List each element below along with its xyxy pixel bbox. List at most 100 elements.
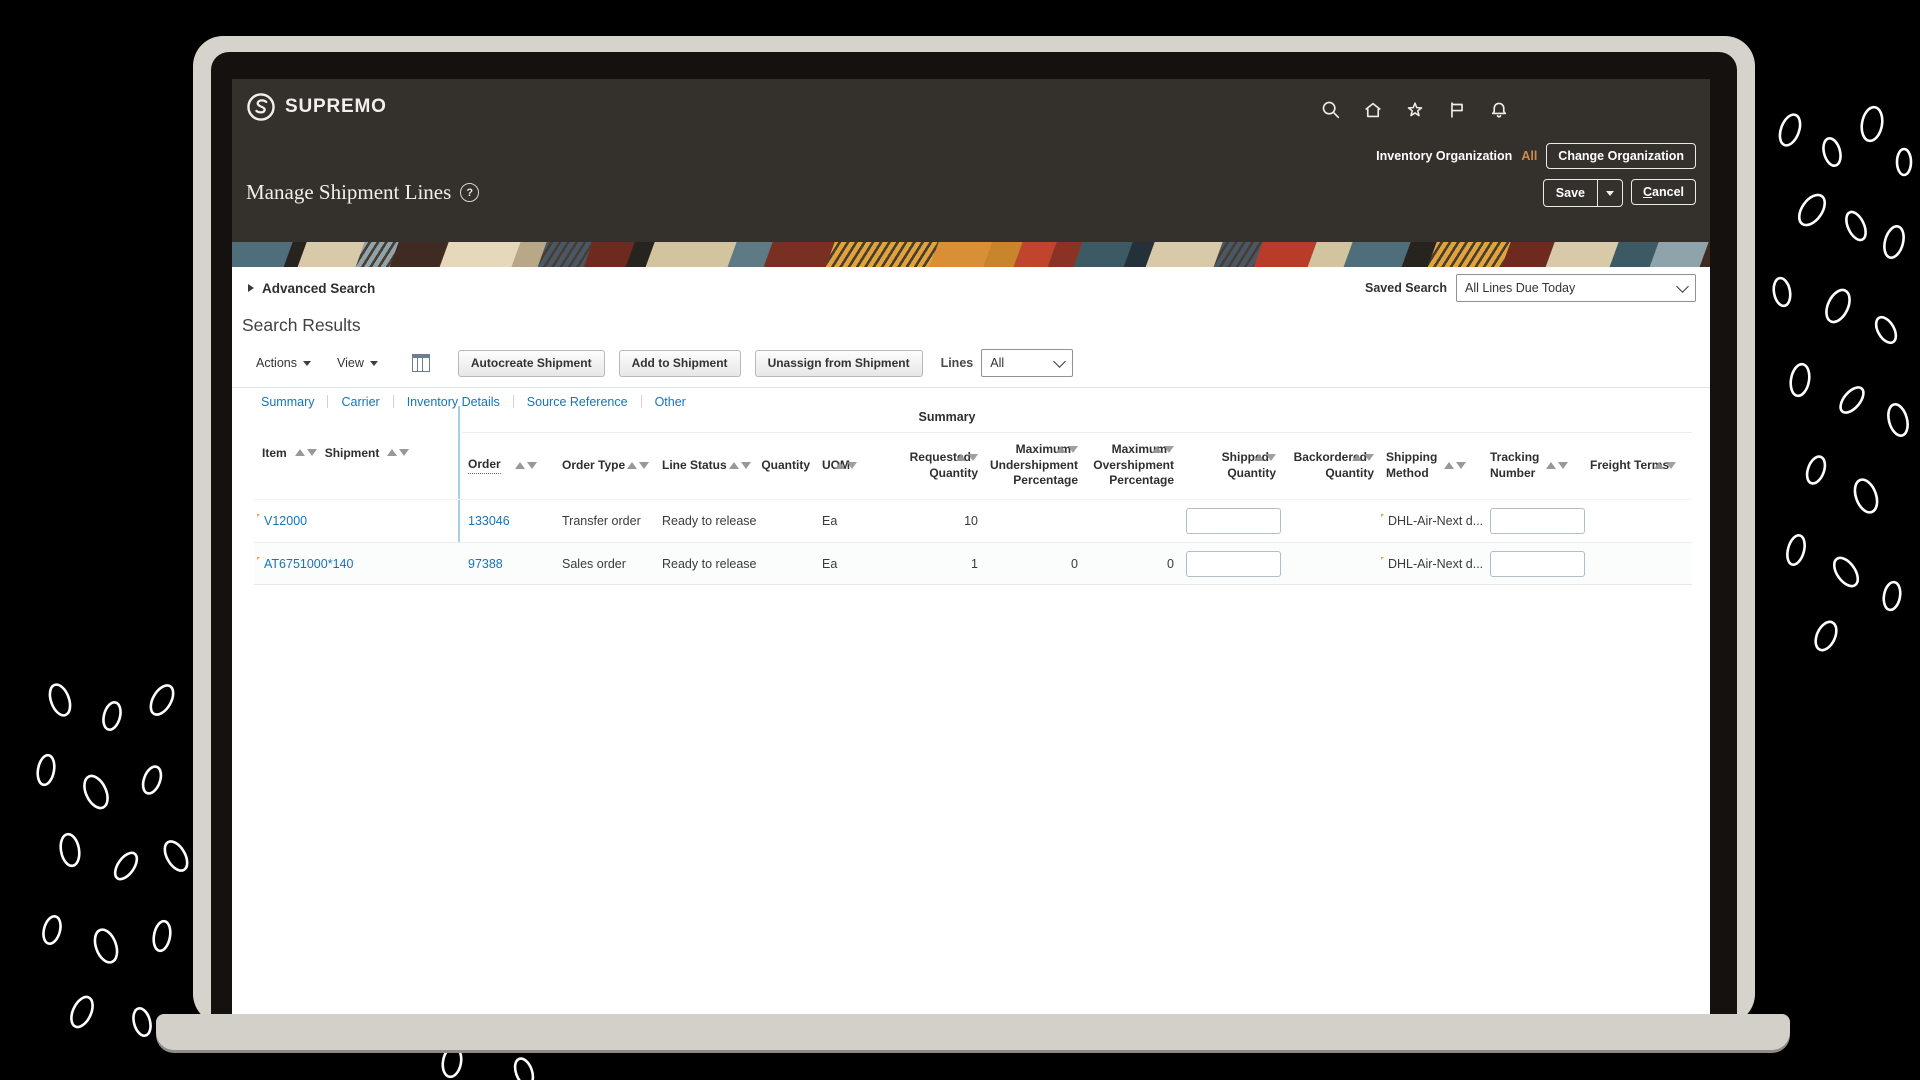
unassign-from-shipment-button[interactable]: Unassign from Shipment — [755, 350, 923, 377]
save-button[interactable]: Save — [1544, 180, 1597, 206]
advanced-search-toggle[interactable]: Advanced Search — [248, 281, 375, 296]
sort-arrows-icon[interactable] — [627, 462, 649, 469]
sort-arrows-icon[interactable] — [835, 462, 857, 469]
sort-descending-icon[interactable] — [1164, 446, 1174, 453]
sort-descending-icon[interactable] — [741, 462, 751, 469]
sort-ascending-icon[interactable] — [1546, 462, 1556, 469]
sort-descending-icon[interactable] — [847, 462, 857, 469]
column-header-lines: ShippingMethod — [1386, 450, 1437, 481]
sort-descending-icon[interactable] — [399, 449, 409, 456]
column-header-text: Quantity — [1227, 466, 1276, 482]
header-icons — [1320, 99, 1510, 121]
cell-line_status: Ready to release — [656, 514, 762, 528]
search-icon[interactable] — [1320, 99, 1342, 121]
doodle-ellipse — [1804, 454, 1829, 486]
input-shipped_quantity[interactable] — [1186, 508, 1281, 534]
sort-descending-icon[interactable] — [1068, 446, 1078, 453]
column-header-max_overshipment[interactable]: MaximumOvershipmentPercentage — [1084, 442, 1180, 489]
column-header-uom[interactable]: UOM — [816, 458, 864, 474]
lines-select[interactable]: All — [981, 349, 1073, 377]
sort-ascending-icon[interactable] — [835, 462, 845, 469]
home-icon[interactable] — [1362, 99, 1384, 121]
cell-uom: Ea — [816, 557, 864, 571]
autocreate-shipment-button[interactable]: Autocreate Shipment — [458, 350, 605, 377]
column-header-order[interactable]: Order — [462, 457, 556, 474]
help-icon[interactable]: ? — [460, 183, 479, 202]
sort-descending-icon[interactable] — [1364, 454, 1374, 461]
cancel-button[interactable]: Cancel — [1631, 179, 1696, 205]
column-header-item[interactable]: Item — [262, 446, 287, 460]
sort-arrows-icon[interactable] — [729, 462, 751, 469]
column-header-requested_quantity[interactable]: RequestedQuantity — [864, 450, 984, 481]
sort-ascending-icon[interactable] — [729, 462, 739, 469]
notifications-bell-icon[interactable] — [1488, 99, 1510, 121]
sort-descending-icon[interactable] — [1558, 462, 1568, 469]
doodle-ellipse — [1829, 554, 1862, 591]
input-tracking_number[interactable] — [1490, 551, 1585, 577]
doodle-ellipse — [441, 1046, 464, 1079]
saved-search-select[interactable]: All Lines Due Today — [1456, 274, 1696, 302]
lines-select-value: All — [990, 356, 1004, 370]
sort-arrows-icon[interactable] — [1546, 462, 1568, 469]
doodle-ellipse — [1821, 136, 1844, 167]
sort-ascending-icon[interactable] — [627, 462, 637, 469]
column-header-line_status[interactable]: Line Status — [656, 458, 762, 474]
sort-ascending-icon[interactable] — [1152, 446, 1162, 453]
text-max_overshipment: 0 — [1167, 557, 1174, 571]
sort-descending-icon[interactable] — [968, 454, 978, 461]
sort-descending-icon[interactable] — [307, 449, 317, 456]
add-to-shipment-button[interactable]: Add to Shipment — [619, 350, 741, 377]
sort-descending-icon[interactable] — [1666, 462, 1676, 469]
save-dropdown-arrow[interactable] — [1597, 180, 1622, 206]
input-tracking_number[interactable] — [1490, 508, 1585, 534]
item-link[interactable]: AT6751000*140* — [262, 557, 354, 571]
column-header-text: Undershipment — [990, 458, 1078, 474]
change-organization-button[interactable]: Change Organization — [1546, 143, 1696, 169]
sort-ascending-icon[interactable] — [1254, 454, 1264, 461]
sort-ascending-icon[interactable] — [1352, 454, 1362, 461]
sort-arrows-icon[interactable] — [295, 449, 317, 456]
sort-arrows-icon[interactable] — [387, 449, 409, 456]
link-order[interactable]: 133046 — [468, 514, 510, 528]
sort-descending-icon[interactable] — [639, 462, 649, 469]
toolbar-buttons: Autocreate Shipment Add to Shipment Unassi… — [458, 350, 937, 377]
table-grid-icon[interactable] — [412, 354, 430, 372]
favorites-star-icon[interactable] — [1404, 99, 1426, 121]
sort-ascending-icon[interactable] — [1654, 462, 1664, 469]
link-order[interactable]: 97388 — [468, 557, 503, 571]
chevron-down-icon — [370, 361, 378, 366]
sort-ascending-icon[interactable] — [1056, 446, 1066, 453]
column-header-shipped_quantity[interactable]: ShippedQuantity — [1180, 450, 1282, 481]
sort-arrows-icon[interactable] — [956, 454, 978, 461]
view-menu[interactable]: View — [337, 356, 378, 370]
doodle-ellipse — [1885, 402, 1911, 438]
column-header-max_undershipment[interactable]: MaximumUndershipmentPercentage — [984, 442, 1084, 489]
column-header-shipment[interactable]: Shipment — [325, 446, 380, 460]
sort-arrows-icon[interactable] — [1152, 446, 1174, 453]
sort-descending-icon[interactable] — [1266, 454, 1276, 461]
column-header-freight_terms[interactable]: Freight Terms — [1584, 458, 1680, 474]
sort-arrows-icon[interactable] — [1254, 454, 1276, 461]
sort-ascending-icon[interactable] — [515, 462, 525, 469]
sort-arrows-icon[interactable] — [1444, 462, 1466, 469]
column-header-shipping_method[interactable]: ShippingMethod — [1380, 450, 1484, 481]
sort-ascending-icon[interactable] — [956, 454, 966, 461]
table-row: AT6751000*140*97388Sales orderReady to r… — [254, 542, 1692, 585]
sort-descending-icon[interactable] — [1456, 462, 1466, 469]
sort-arrows-icon[interactable] — [515, 462, 537, 469]
sort-ascending-icon[interactable] — [1444, 462, 1454, 469]
sort-descending-icon[interactable] — [527, 462, 537, 469]
sort-arrows-icon[interactable] — [1654, 462, 1676, 469]
input-shipped_quantity[interactable] — [1186, 551, 1281, 577]
sort-ascending-icon[interactable] — [387, 449, 397, 456]
sort-ascending-icon[interactable] — [295, 449, 305, 456]
sort-arrows-icon[interactable] — [1352, 454, 1374, 461]
item-link[interactable]: V12000 — [262, 514, 307, 528]
column-header-order_type[interactable]: Order Type — [556, 458, 656, 474]
column-header-backordered_quantity[interactable]: BackorderedQuantity — [1282, 450, 1380, 481]
sort-arrows-icon[interactable] — [1056, 446, 1078, 453]
column-header-tracking_number[interactable]: TrackingNumber — [1484, 450, 1584, 481]
actions-menu[interactable]: Actions — [256, 356, 311, 370]
flag-icon[interactable] — [1446, 99, 1468, 121]
cell-item: AT6751000*140* — [254, 557, 354, 571]
